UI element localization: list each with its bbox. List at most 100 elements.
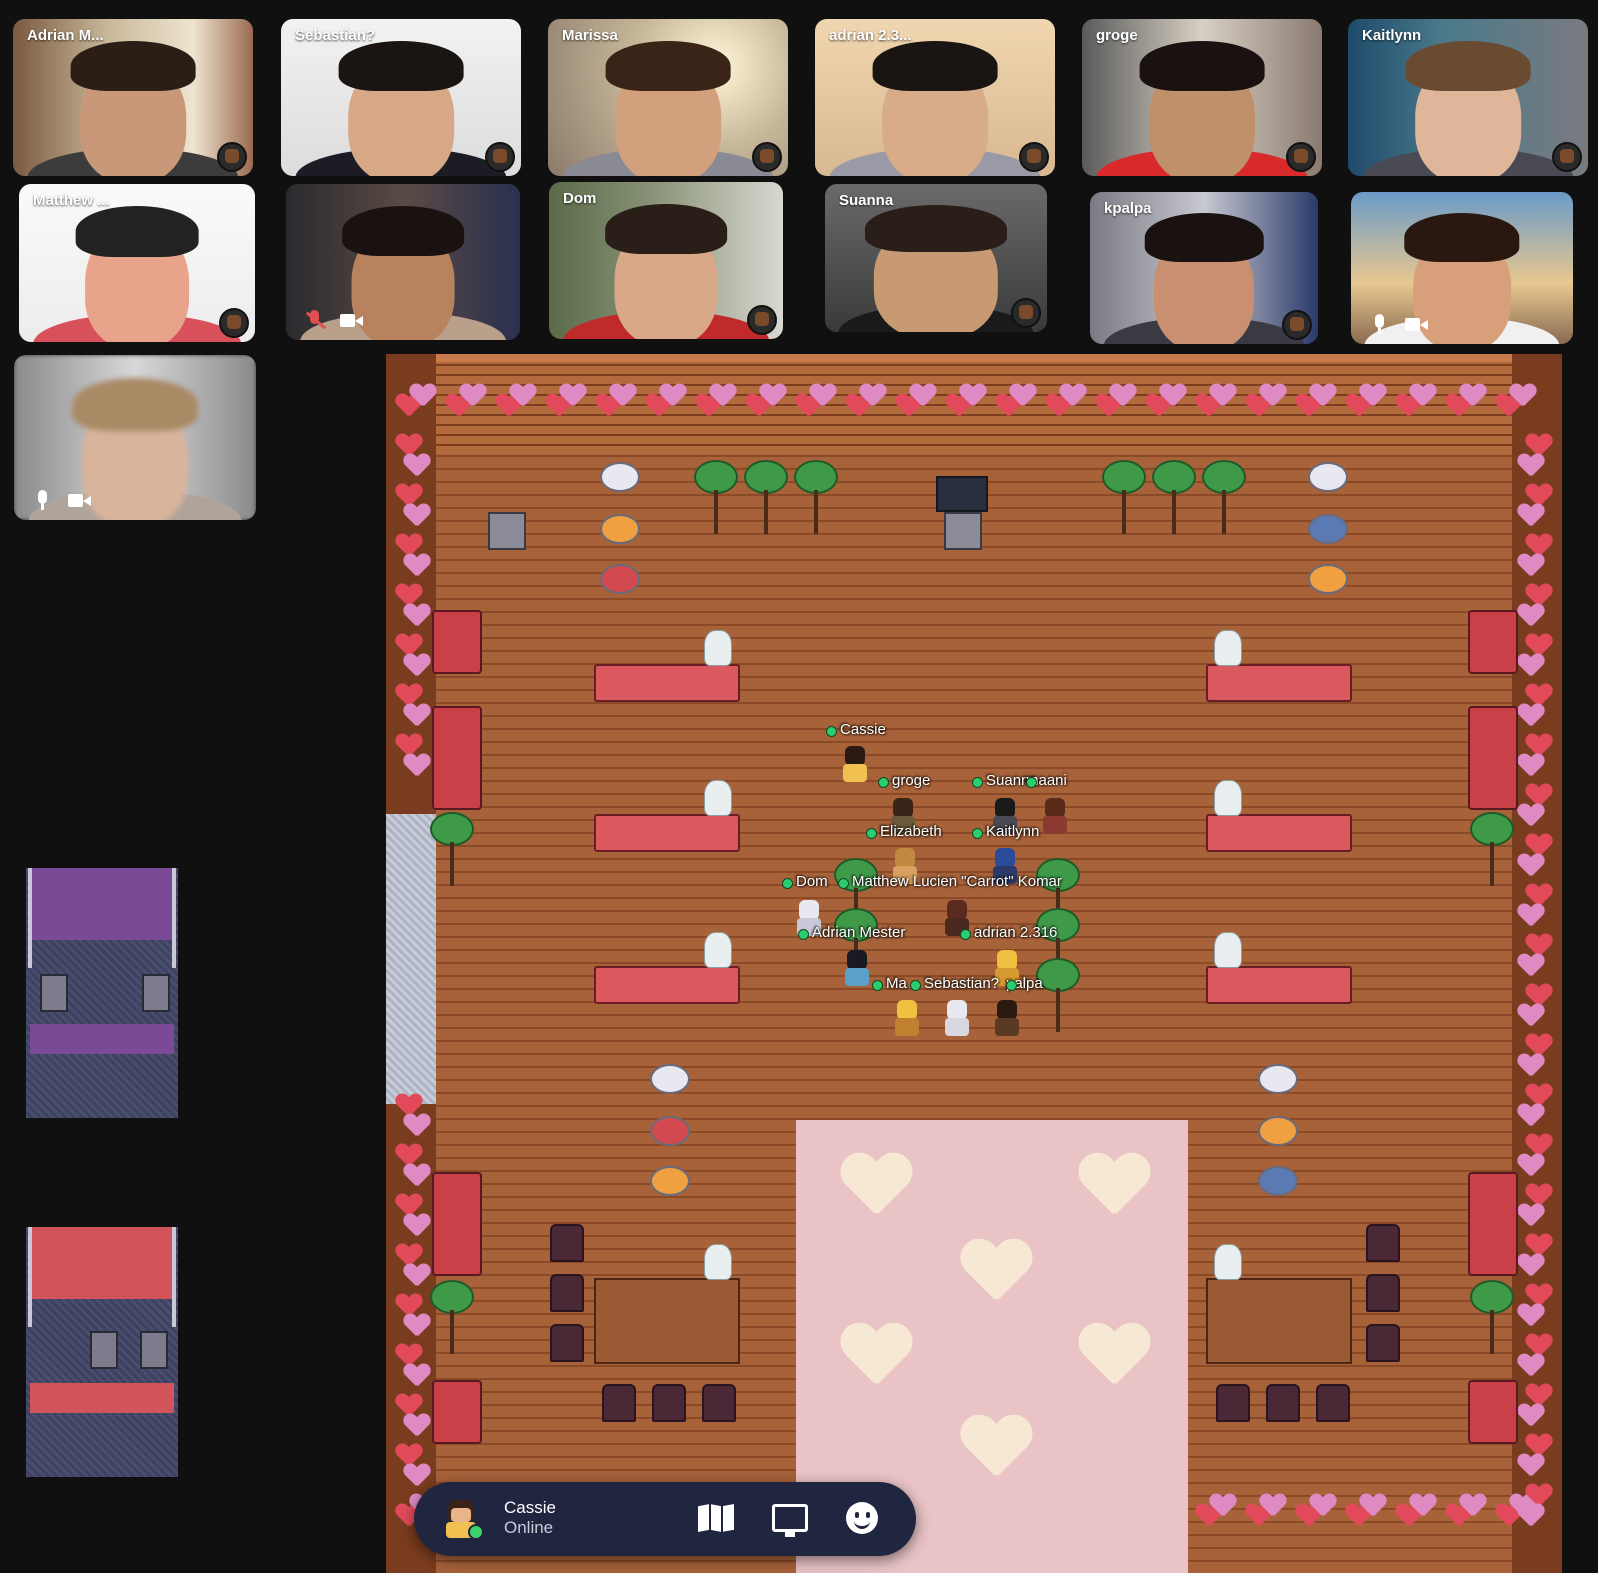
game-map[interactable]: Cassie groge Suanna maani Elizabeth Kait…	[386, 354, 1562, 1573]
video-tile[interactable]: Marissa	[548, 19, 788, 176]
table[interactable]	[1206, 664, 1352, 702]
chair[interactable]	[550, 1324, 584, 1362]
participant-name: Adrian M...	[27, 27, 104, 44]
user-status[interactable]: Online	[504, 1518, 553, 1538]
avatar-icon	[219, 308, 249, 338]
microphone-icon[interactable]	[1369, 314, 1391, 334]
participant-name: kpalpa	[1104, 200, 1152, 217]
video-tile[interactable]	[286, 184, 520, 340]
table[interactable]	[1206, 814, 1352, 852]
participant-name: Dom	[563, 190, 597, 207]
heart-balloon-icon	[1210, 384, 1236, 408]
side-room-purple[interactable]	[26, 868, 178, 1118]
avatar-icon	[1282, 310, 1312, 340]
chair[interactable]	[1216, 1384, 1250, 1422]
player-avatar[interactable]	[942, 1000, 972, 1036]
avatar-icon	[747, 305, 777, 335]
participant-name: Marissa	[562, 27, 618, 44]
potted-plant	[1472, 1282, 1512, 1354]
video-tile[interactable]: Matthew ...	[19, 184, 255, 342]
screen-share-button[interactable]	[770, 1500, 810, 1538]
table[interactable]	[594, 814, 740, 852]
sofa[interactable]	[1468, 610, 1518, 674]
heart-balloon-icon	[1518, 754, 1544, 778]
player-name: Matthew Lucien "Carrot" Komar	[838, 873, 1062, 890]
player-name: Elizabeth	[866, 823, 942, 840]
whiteboard-stand[interactable]	[488, 512, 526, 550]
heart-balloon-icon	[404, 1314, 430, 1338]
video-tile[interactable]	[1351, 192, 1573, 344]
heart-balloon-icon	[404, 704, 430, 728]
chair[interactable]	[1266, 1384, 1300, 1422]
heart-balloon-icon	[404, 604, 430, 628]
video-tile[interactable]: groge	[1082, 19, 1322, 176]
mic-muted-icon[interactable]	[304, 310, 326, 330]
sofa[interactable]	[1468, 1380, 1518, 1444]
food-plate	[650, 1166, 690, 1196]
chair[interactable]	[550, 1224, 584, 1262]
emoji-button[interactable]	[844, 1500, 884, 1538]
chair[interactable]	[702, 1384, 736, 1422]
sofa[interactable]	[432, 1172, 482, 1276]
camera-icon[interactable]	[68, 490, 91, 510]
table[interactable]	[594, 966, 740, 1004]
participant-name: adrian 2.3...	[829, 27, 912, 44]
flower-vase	[704, 1244, 732, 1280]
video-tile[interactable]: adrian 2.3...	[815, 19, 1055, 176]
heart-balloon-icon	[1460, 384, 1486, 408]
sofa[interactable]	[432, 610, 482, 674]
table[interactable]	[1206, 966, 1352, 1004]
heart-balloon-icon	[410, 384, 436, 408]
chair[interactable]	[1316, 1384, 1350, 1422]
chair[interactable]	[1366, 1274, 1400, 1312]
sofa[interactable]	[432, 706, 482, 810]
chair[interactable]	[1366, 1324, 1400, 1362]
player-avatar-cassie[interactable]	[840, 746, 870, 782]
player-avatar[interactable]	[1040, 798, 1070, 834]
video-tile[interactable]: Dom	[549, 182, 783, 339]
table[interactable]	[594, 664, 740, 702]
heart-balloon-icon	[660, 384, 686, 408]
chair[interactable]	[602, 1384, 636, 1422]
avatar-icon	[1011, 298, 1041, 328]
chair[interactable]	[652, 1384, 686, 1422]
dining-table[interactable]	[594, 1278, 740, 1364]
camera-icon[interactable]	[1405, 314, 1428, 334]
tv-screen[interactable]	[936, 476, 988, 512]
heart-balloon-icon	[910, 384, 936, 408]
heart-balloon-icon	[1518, 804, 1544, 828]
map-button[interactable]	[696, 1500, 736, 1538]
food-plate	[1308, 564, 1348, 594]
food-plate	[600, 514, 640, 544]
food-plate	[600, 564, 640, 594]
video-tile[interactable]: Sebastian?	[281, 19, 521, 176]
flower-vase	[704, 630, 732, 666]
video-tile[interactable]: Adrian M...	[13, 19, 253, 176]
sofa[interactable]	[1468, 706, 1518, 810]
dining-table[interactable]	[1206, 1278, 1352, 1364]
online-indicator	[468, 1524, 484, 1540]
camera-icon[interactable]	[340, 310, 363, 330]
heart-balloon-icon	[1260, 384, 1286, 408]
player-avatar[interactable]	[892, 1000, 922, 1036]
sofa[interactable]	[432, 1380, 482, 1444]
player-avatar[interactable]	[992, 1000, 1022, 1036]
user-avatar[interactable]	[442, 1500, 484, 1540]
side-room-red[interactable]	[26, 1227, 178, 1477]
chair[interactable]	[1366, 1224, 1400, 1262]
status-bar: Cassie Online	[414, 1482, 916, 1556]
heart-balloon-icon	[1518, 704, 1544, 728]
chair[interactable]	[550, 1274, 584, 1312]
microphone-icon[interactable]	[32, 490, 54, 510]
tv-stand	[944, 512, 982, 550]
video-tile[interactable]: kpalpa	[1090, 192, 1318, 344]
video-tile[interactable]: Suanna	[825, 184, 1047, 332]
video-tile[interactable]: Kaitlynn	[1348, 19, 1588, 176]
player-avatar[interactable]	[842, 950, 872, 986]
heart-balloon-icon	[1360, 1494, 1386, 1518]
player-name: Adrian Mester	[798, 924, 905, 941]
sofa[interactable]	[1468, 1172, 1518, 1276]
video-tile[interactable]	[14, 355, 256, 520]
potted-tree	[746, 462, 786, 534]
flower-vase	[1214, 780, 1242, 816]
